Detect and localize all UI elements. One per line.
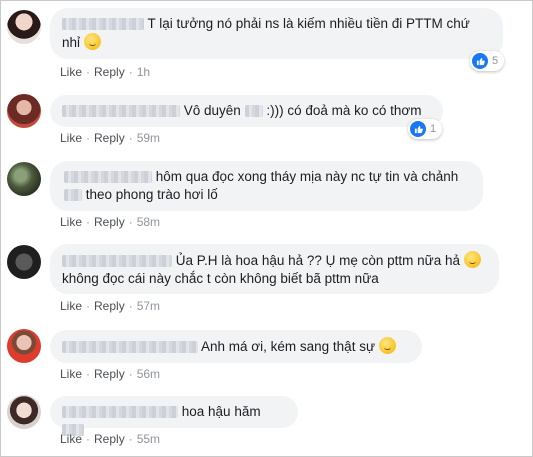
comment-text: Vô duyên bbox=[183, 103, 241, 118]
reaction-count-badge[interactable]: 5 bbox=[470, 51, 504, 71]
separator: · bbox=[128, 367, 133, 381]
redacted-author-name[interactable] bbox=[62, 105, 180, 118]
reaction-count: 1 bbox=[430, 123, 437, 135]
timestamp[interactable]: 57m bbox=[137, 299, 160, 313]
separator: · bbox=[128, 131, 133, 145]
timestamp[interactable]: 58m bbox=[137, 215, 160, 229]
separator: · bbox=[128, 299, 133, 313]
comment-actions: Like · Reply · 58m bbox=[60, 215, 160, 229]
reply-link[interactable]: Reply bbox=[94, 131, 125, 145]
separator: · bbox=[86, 65, 91, 79]
avatar[interactable] bbox=[7, 10, 41, 44]
separator: · bbox=[86, 131, 91, 145]
comment-text: Ủa P.H là hoa hậu hả ?? Ụ mẹ còn pttm nữ… bbox=[175, 253, 460, 268]
redacted-author-name[interactable] bbox=[62, 406, 178, 419]
avatar[interactable] bbox=[7, 94, 41, 128]
comment-text-line2: không đọc cái này chắc t còn không biết … bbox=[62, 271, 379, 286]
comment-bubble: T lại tưởng nó phải ns là kiếm nhiều tiề… bbox=[50, 8, 503, 59]
thumbs-up-icon bbox=[410, 121, 426, 137]
reply-link[interactable]: Reply bbox=[94, 65, 125, 79]
comment-bubble: hôm qua đọc xong tháy mịa này nc tự tin … bbox=[50, 161, 483, 211]
like-link[interactable]: Like bbox=[60, 131, 82, 145]
separator: · bbox=[128, 215, 133, 229]
reply-link[interactable]: Reply bbox=[94, 367, 125, 381]
redacted-text bbox=[244, 105, 263, 118]
avatar[interactable] bbox=[7, 245, 41, 279]
comment-bubble: hoa hậu hăm bbox=[50, 396, 298, 437]
like-link[interactable]: Like bbox=[60, 367, 82, 381]
laughing-emoji-icon bbox=[463, 251, 481, 268]
redacted-text bbox=[64, 189, 82, 202]
like-link[interactable]: Like bbox=[60, 299, 82, 313]
separator: · bbox=[128, 65, 133, 79]
comment-text: hôm qua đọc xong tháy mịa này nc tự tin … bbox=[155, 169, 459, 184]
timestamp[interactable]: 56m bbox=[137, 367, 160, 381]
comment-actions: Like · Reply · 1h bbox=[60, 65, 150, 79]
timestamp[interactable]: 55m bbox=[137, 432, 160, 446]
like-link[interactable]: Like bbox=[60, 215, 82, 229]
redacted-author-name[interactable] bbox=[62, 255, 172, 268]
redacted-author-name[interactable] bbox=[62, 341, 198, 354]
reply-link[interactable]: Reply bbox=[94, 215, 125, 229]
timestamp[interactable]: 59m bbox=[137, 131, 160, 145]
comment-actions: Like · Reply · 59m bbox=[60, 131, 160, 145]
thumbs-up-icon bbox=[472, 53, 488, 69]
comment-bubble: Anh má ơi, kém sang thật sự bbox=[50, 330, 422, 363]
avatar[interactable] bbox=[7, 329, 41, 363]
relieved-emoji-icon bbox=[378, 337, 396, 354]
like-link[interactable]: Like bbox=[60, 432, 82, 446]
avatar[interactable] bbox=[7, 395, 41, 429]
avatar[interactable] bbox=[7, 162, 41, 196]
comment-actions: Like · Reply · 56m bbox=[60, 367, 160, 381]
separator: · bbox=[86, 299, 91, 313]
reply-link[interactable]: Reply bbox=[94, 299, 125, 313]
comment-actions: Like · Reply · 57m bbox=[60, 299, 160, 313]
comment-text-line2: theo phong trào hơi lố bbox=[85, 187, 218, 202]
separator: · bbox=[86, 432, 91, 446]
comment-bubble: Vô duyên :))) có đoả mà ko có thơm bbox=[50, 95, 443, 127]
comment-actions: Like · Reply · 55m bbox=[60, 432, 160, 446]
timestamp[interactable]: 1h bbox=[137, 65, 150, 79]
separator: · bbox=[86, 215, 91, 229]
separator: · bbox=[128, 432, 133, 446]
redacted-author-name[interactable] bbox=[62, 18, 144, 31]
comment-text: Anh má ơi, kém sang thật sự bbox=[201, 339, 375, 354]
comment-text-cont: :))) có đoả mà ko có thơm bbox=[266, 103, 422, 118]
comment-text: T lại tưởng nó phải ns là kiếm nhiều tiề… bbox=[147, 16, 470, 31]
comment-bubble: Ủa P.H là hoa hậu hả ?? Ụ mẹ còn pttm nữ… bbox=[50, 244, 499, 294]
comment-text-line2: nhỉ bbox=[62, 35, 81, 50]
reaction-count-badge[interactable]: 1 bbox=[408, 119, 442, 139]
redacted-author-name[interactable] bbox=[64, 171, 152, 184]
like-link[interactable]: Like bbox=[60, 65, 82, 79]
smile-emoji-icon bbox=[83, 33, 101, 50]
comment-text: hoa hậu hăm bbox=[181, 404, 261, 419]
reaction-count: 5 bbox=[492, 55, 499, 67]
separator: · bbox=[86, 367, 91, 381]
reply-link[interactable]: Reply bbox=[94, 432, 125, 446]
